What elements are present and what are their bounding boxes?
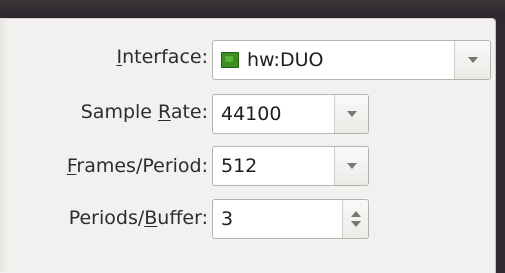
sample-rate-value: 44100: [221, 103, 282, 125]
sample-rate-combobox[interactable]: 44100: [212, 94, 369, 134]
interface-dropdown-button[interactable]: [454, 41, 490, 79]
sound-card-icon: [221, 52, 239, 68]
sample-rate-label: Sample Rate:: [80, 101, 208, 123]
window-titlebar: [0, 0, 505, 20]
frames-period-value: 512: [221, 155, 258, 177]
chevron-down-icon: [346, 163, 357, 169]
interface-combobox[interactable]: hw:DUO: [212, 40, 491, 80]
frames-period-dropdown-button[interactable]: [334, 147, 368, 185]
periods-buffer-spinbox[interactable]: 3: [212, 199, 369, 239]
periods-buffer-stepper[interactable]: [342, 200, 368, 238]
frames-period-combobox[interactable]: 512: [212, 146, 369, 186]
decrement-arrow-icon[interactable]: [350, 221, 361, 227]
periods-buffer-label: Periods/Buffer:: [68, 207, 208, 229]
chevron-down-icon: [346, 111, 357, 117]
interface-value: hw:DUO: [247, 49, 324, 71]
periods-buffer-value: 3: [221, 208, 234, 230]
sample-rate-dropdown-button[interactable]: [334, 95, 368, 133]
interface-label: Interface:: [116, 46, 208, 68]
panel-edge: [0, 18, 8, 272]
frames-period-label: Frames/Period:: [66, 155, 208, 177]
increment-arrow-icon[interactable]: [350, 211, 361, 217]
chevron-down-icon: [467, 57, 478, 63]
